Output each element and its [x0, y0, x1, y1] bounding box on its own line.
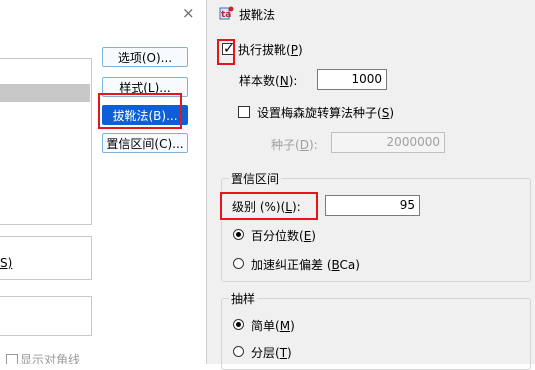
- seed-label-text: 种子: [271, 138, 296, 152]
- seed-label: 种子(D):: [271, 138, 318, 152]
- bootstrap-dialog: ta 拔靴法 ✓ 执行拔靴(P) 样本数(N): 1000 设置梅森旋转算法种子…: [206, 0, 535, 370]
- app-icon: ta: [219, 6, 234, 20]
- bca-label: 加速纠正偏差 (BCa): [251, 258, 360, 272]
- level-label-highlight: [220, 192, 318, 220]
- background-group-box: [0, 236, 92, 280]
- selected-list-item[interactable]: [0, 84, 90, 102]
- bootstrap-button-highlight: [98, 93, 182, 129]
- samples-label: 样本数(N):: [239, 74, 298, 88]
- percentile-text: 百分位数: [251, 229, 300, 243]
- confidence-interval-button[interactable]: 置信区间(C)...: [102, 133, 188, 153]
- dialog-title: 拔靴法: [239, 8, 276, 22]
- background-group-box-2: [0, 296, 92, 336]
- stratified-sampling-label: 分层(T): [251, 346, 292, 360]
- set-seed-checkbox[interactable]: [238, 106, 250, 118]
- perform-bootstrap-label: 执行拔靴(P): [238, 43, 303, 57]
- perform-mnemonic: P: [290, 43, 298, 57]
- simple-sampling-mnemonic: M: [279, 319, 291, 333]
- set-seed-text: 设置梅森旋转算法种子: [257, 106, 378, 120]
- stratified-sampling-mnemonic: T: [279, 346, 288, 360]
- show-diagonal-checkbox[interactable]: [6, 354, 18, 364]
- bca-text: 加速纠正偏差: [251, 258, 324, 272]
- perform-checkbox-highlight: [217, 39, 235, 65]
- simple-sampling-text: 简单: [251, 319, 276, 333]
- percentile-label: 百分位数(E): [251, 229, 316, 243]
- percentile-mnemonic: E: [303, 229, 312, 243]
- svg-text:ta: ta: [221, 10, 231, 20]
- bca-suffix: Ca): [339, 258, 360, 272]
- samples-label-text: 样本数: [239, 74, 276, 88]
- stratified-sampling-text: 分层: [251, 346, 276, 360]
- simple-sampling-label: 简单(M): [251, 319, 295, 333]
- simple-sampling-radio[interactable]: [233, 319, 244, 330]
- bca-mnemonic: B: [331, 258, 340, 272]
- sampling-group-title: 抽样: [229, 290, 258, 307]
- confidence-interval-group-title: 置信区间: [229, 170, 282, 187]
- perform-bootstrap-text: 执行拔靴: [238, 43, 287, 57]
- bca-radio[interactable]: [233, 258, 244, 269]
- partial-option-label: S): [0, 256, 13, 270]
- options-button[interactable]: 选项(O)...: [102, 47, 188, 67]
- stratified-sampling-radio[interactable]: [233, 346, 244, 357]
- seed-mnemonic: D: [299, 138, 309, 152]
- set-seed-label: 设置梅森旋转算法种子(S): [257, 106, 395, 120]
- seed-input[interactable]: 2000000: [331, 132, 445, 153]
- level-input[interactable]: 95: [325, 195, 420, 216]
- close-icon[interactable]: ×: [182, 4, 195, 22]
- set-seed-mnemonic: S: [381, 106, 390, 120]
- percentile-radio[interactable]: [233, 229, 244, 240]
- samples-input[interactable]: 1000: [317, 69, 387, 90]
- samples-mnemonic: N: [279, 74, 289, 88]
- show-diagonal-label: 显示对角线: [20, 353, 81, 364]
- background-dialog: × 选项(O)... 样式(L)... 拔靴法(B)... 置信区间(C)...…: [0, 0, 206, 364]
